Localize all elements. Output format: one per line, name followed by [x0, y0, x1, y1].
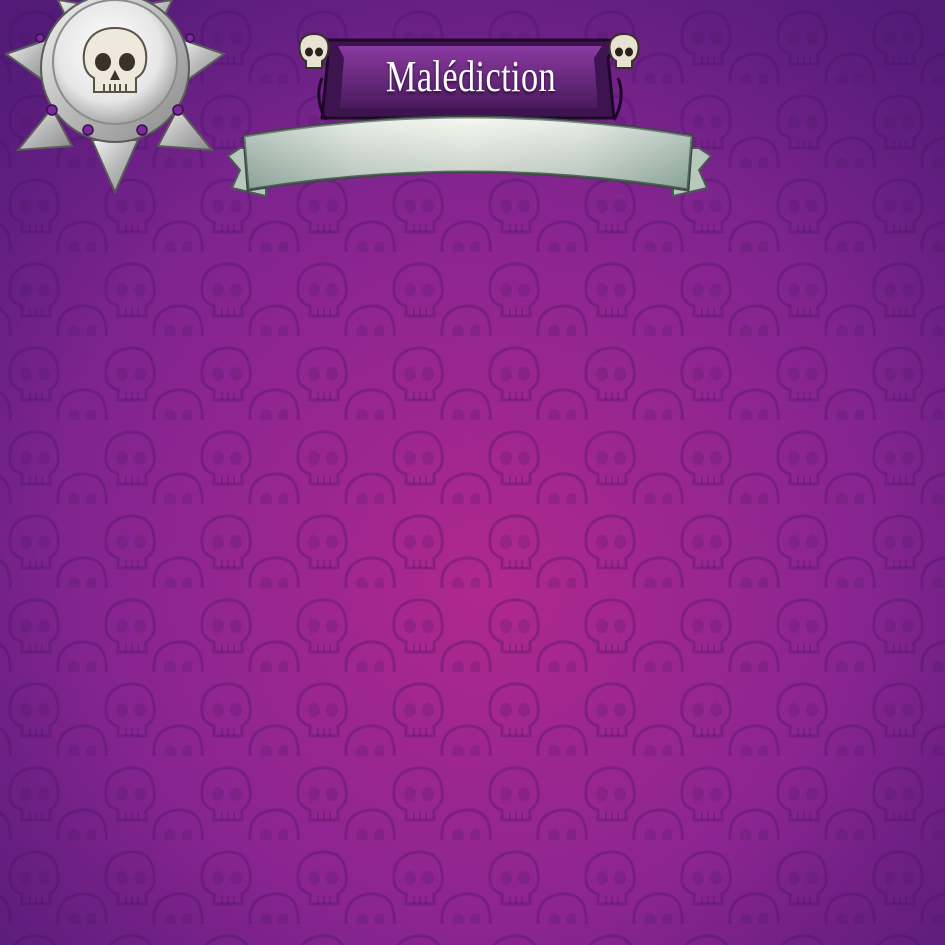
ribbon-label-area: [260, 130, 680, 170]
skull-icon: [82, 26, 148, 93]
curse-screen: Malédiction: [0, 0, 945, 945]
curse-badge: [3, 0, 227, 195]
skull-icon: [608, 32, 640, 69]
skull-icon: [298, 32, 330, 69]
screen-title: Malédiction: [385, 51, 557, 101]
